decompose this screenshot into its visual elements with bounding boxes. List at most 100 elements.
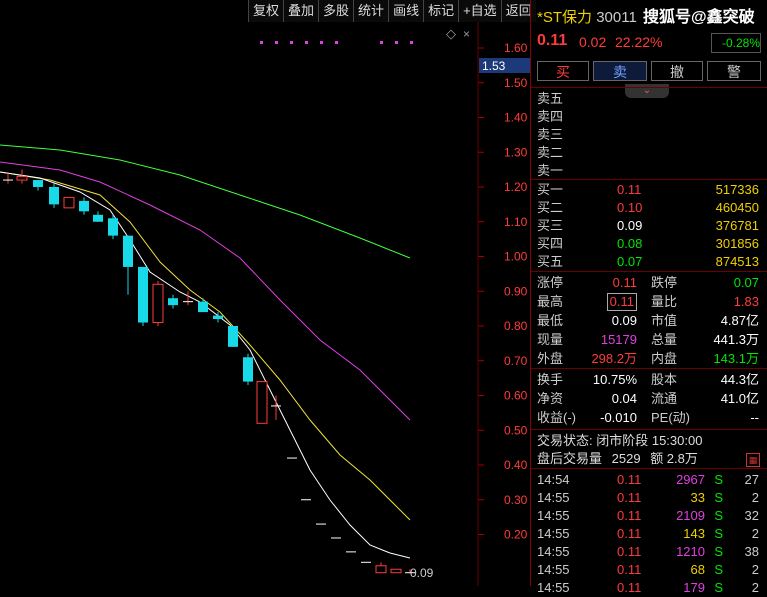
marker-dot bbox=[335, 41, 338, 44]
tick-volume: 143 bbox=[683, 526, 705, 541]
stat-label: 流通 bbox=[651, 391, 678, 406]
candle-body bbox=[152, 283, 164, 324]
axis-tick-label: 1.10 bbox=[504, 215, 528, 229]
chart-toolbar: 复权 叠加 多股 统计 画线 标记 +自选 返回 bbox=[248, 0, 536, 22]
tick-row: 14:55 0.11 33 S 2 bbox=[537, 489, 761, 507]
stat-value: 0.04 bbox=[611, 391, 637, 406]
stat-label: 换手 bbox=[537, 372, 564, 387]
stat-row: 收益(-) -0.010 PE(动) -- bbox=[537, 409, 761, 427]
stat-label: 外盘 bbox=[537, 351, 564, 366]
candle bbox=[390, 568, 402, 574]
stat-label: 内盘 bbox=[651, 351, 678, 366]
stat-label: 现量 bbox=[537, 332, 564, 347]
candle-body bbox=[49, 187, 59, 205]
tick-volume: 68 bbox=[690, 562, 705, 577]
stat-value: 0.11 bbox=[606, 293, 637, 311]
level-label: 买四 bbox=[537, 236, 564, 251]
axis-tick-label: 0.50 bbox=[504, 423, 528, 437]
price-axis: 1.60 1.50 1.40 1.30 1.20 1.10 1.00 0.90 0.80 0.70… bbox=[478, 41, 528, 542]
toolbar-button[interactable]: 叠加 bbox=[283, 0, 319, 22]
candle-body bbox=[138, 266, 148, 323]
stat-label: 最高 bbox=[537, 294, 564, 309]
candle-body bbox=[93, 214, 103, 222]
stat-row: 外盘 298.2万 内盘 143.1万 bbox=[537, 350, 761, 368]
watermark: 搜狐号@鑫突破 bbox=[643, 9, 755, 26]
stock-title: *ST保力 30011 bbox=[537, 6, 637, 27]
price-tag: 1.53 bbox=[482, 59, 506, 73]
stat-row: 净资 0.04 流通 41.0亿 bbox=[537, 390, 761, 408]
diamond-icon[interactable]: ◇ bbox=[446, 26, 456, 41]
separator bbox=[531, 368, 767, 369]
tick-row: 14:55 0.11 2109 S 32 bbox=[537, 507, 761, 525]
level-label: 卖三 bbox=[537, 127, 564, 142]
tick-price: 0.11 bbox=[617, 508, 642, 523]
stat-label: 总量 bbox=[651, 332, 678, 347]
tick-volume: 1210 bbox=[676, 544, 705, 559]
candle-body bbox=[168, 298, 178, 306]
stat-label: 市值 bbox=[651, 313, 678, 328]
buy-button[interactable]: 买 bbox=[537, 61, 589, 81]
tick-volume: 33 bbox=[690, 490, 705, 505]
candle-body bbox=[213, 315, 223, 320]
candle bbox=[243, 353, 253, 386]
level-label: 买三 bbox=[537, 218, 564, 233]
sell-button[interactable]: 卖 bbox=[593, 61, 647, 81]
stat-row: 最低 0.09 市值 4.87亿 bbox=[537, 312, 761, 330]
moving-average-lines bbox=[0, 144, 411, 559]
level-volume: 301856 bbox=[715, 236, 759, 251]
tick-side: S bbox=[714, 490, 723, 505]
toolbar-button[interactable]: +自选 bbox=[458, 0, 501, 22]
stat-label: 股本 bbox=[651, 372, 678, 387]
stat-value: 143.1万 bbox=[713, 351, 759, 366]
cancel-button[interactable]: 撤 bbox=[651, 61, 703, 81]
moving-average-line-ma4 bbox=[0, 144, 411, 259]
tick-side: S bbox=[714, 562, 723, 577]
candle bbox=[138, 266, 148, 326]
marker-dot bbox=[320, 41, 323, 44]
stat-value: 0.09 bbox=[611, 313, 637, 328]
level-label: 卖五 bbox=[537, 91, 564, 106]
axis-tick-label: 0.20 bbox=[504, 528, 528, 542]
tick-time: 14:55 bbox=[537, 544, 570, 559]
marker-dot bbox=[260, 41, 263, 44]
sell-level-row: 卖三 bbox=[537, 126, 761, 144]
candle bbox=[63, 196, 75, 209]
tick-side: S bbox=[714, 508, 723, 523]
toolbar-button[interactable]: 多股 bbox=[318, 0, 354, 22]
moving-average-line-ma2 bbox=[0, 171, 411, 521]
tick-side: S bbox=[714, 580, 723, 595]
candle-body bbox=[63, 196, 75, 209]
buy-level-row: 买二 0.10 460450 bbox=[537, 199, 761, 217]
candle bbox=[3, 173, 13, 184]
marker-dots bbox=[260, 41, 413, 44]
candle bbox=[152, 280, 164, 326]
stat-row: 换手 10.75% 股本 44.3亿 bbox=[537, 371, 761, 389]
toolbar-button[interactable]: 画线 bbox=[388, 0, 424, 22]
toolbar-button[interactable]: 复权 bbox=[248, 0, 284, 22]
toolbar-button[interactable]: 标记 bbox=[423, 0, 459, 22]
candle bbox=[33, 180, 43, 191]
candle-body bbox=[198, 301, 208, 313]
tick-volume: 2109 bbox=[676, 508, 705, 523]
kline-chart[interactable]: 1.60 1.50 1.40 1.30 1.20 1.10 1.00 0.90 0.80 0.70… bbox=[0, 0, 530, 586]
sell-level-row: 卖五 bbox=[537, 90, 761, 108]
last-price-label: 0.09 bbox=[410, 566, 434, 580]
marker-dot bbox=[305, 41, 308, 44]
calendar-icon[interactable]: ▦ bbox=[746, 453, 760, 467]
axis-tick-label: 0.90 bbox=[504, 284, 528, 298]
level-label: 卖二 bbox=[537, 145, 564, 160]
buy-level-row: 买三 0.09 376781 bbox=[537, 217, 761, 235]
candle-body bbox=[79, 200, 89, 212]
tick-count: 38 bbox=[744, 544, 759, 559]
stat-value: 0.11 bbox=[612, 275, 637, 290]
alert-button[interactable]: 警 bbox=[707, 61, 761, 81]
after-hours-amount: 额 2.8万 bbox=[650, 451, 698, 466]
stat-label: 收益(-) bbox=[537, 410, 576, 425]
candle-body bbox=[390, 568, 402, 574]
tick-time: 14:54 bbox=[537, 472, 570, 487]
close-icon[interactable]: × bbox=[463, 27, 470, 41]
level-price: 0.07 bbox=[617, 254, 643, 269]
level-volume: 376781 bbox=[715, 218, 759, 233]
toolbar-button[interactable]: 统计 bbox=[353, 0, 389, 22]
stat-value: 41.0亿 bbox=[720, 391, 759, 406]
